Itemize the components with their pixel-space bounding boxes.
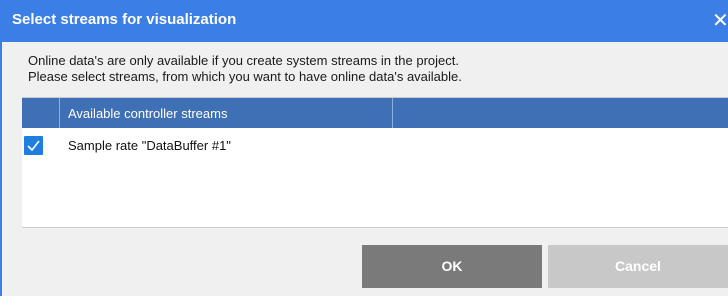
ok-button[interactable]: OK xyxy=(362,245,542,288)
stream-checkbox[interactable] xyxy=(24,136,43,155)
streams-grid: Available controller streams Sample rate… xyxy=(22,97,728,228)
grid-header: Available controller streams xyxy=(22,98,728,128)
info-text-line-1: Online data's are only available if you … xyxy=(28,53,459,68)
window-border xyxy=(0,42,2,296)
dialog-title: Select streams for visualization xyxy=(12,11,237,28)
name-column-header-label: Available controller streams xyxy=(68,106,228,121)
select-streams-dialog: Select streams for visualization ✕ Onlin… xyxy=(0,0,728,296)
table-row[interactable]: Sample rate "DataBuffer #1" xyxy=(22,134,728,158)
footer-divider xyxy=(22,227,728,228)
cancel-button[interactable]: Cancel xyxy=(548,245,728,288)
check-column-header[interactable] xyxy=(22,98,60,128)
stream-label: Sample rate "DataBuffer #1" xyxy=(68,138,231,153)
title-bar: Select streams for visualization ✕ xyxy=(0,0,728,42)
close-icon[interactable]: ✕ xyxy=(712,8,728,32)
checkmark-icon xyxy=(27,140,40,152)
info-text-line-2: Please select streams, from which you wa… xyxy=(28,69,462,84)
name-column-header[interactable]: Available controller streams xyxy=(60,98,393,128)
